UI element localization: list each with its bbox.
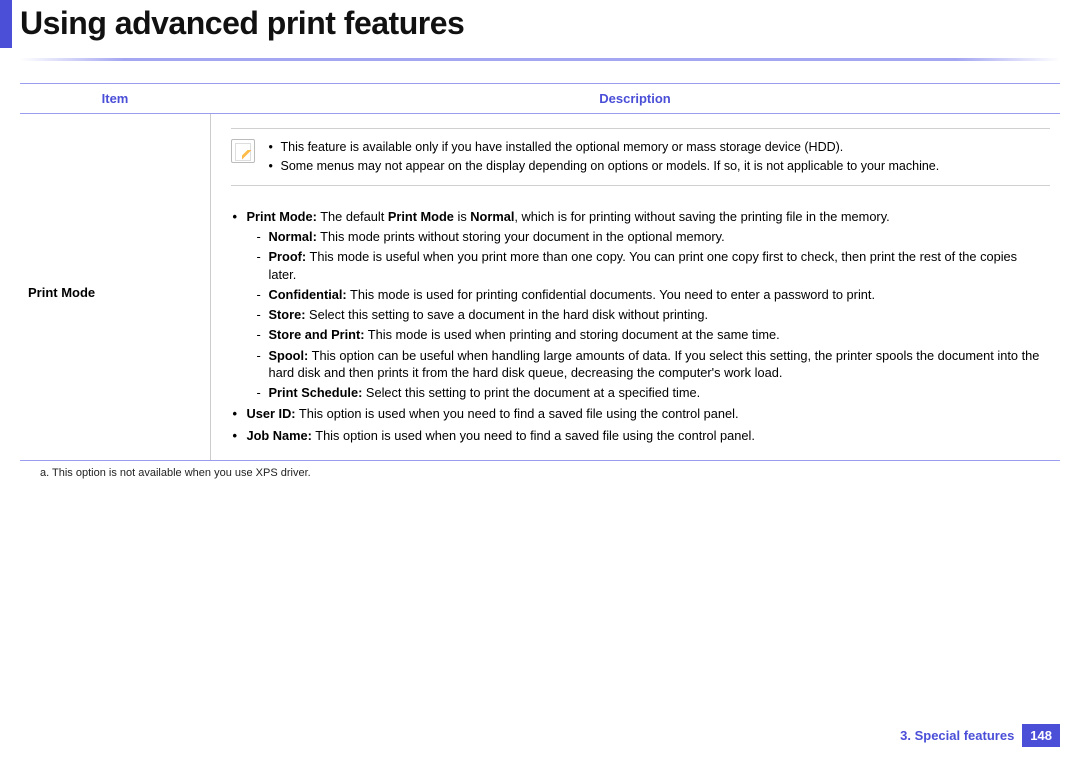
list-item-print-mode: Print Mode: The default Print Mode is No… [233, 208, 1047, 402]
label: Proof: [269, 249, 307, 264]
content-area: Item Description Print Mode This feature… [20, 83, 1060, 479]
title-bar: Using advanced print features [0, 0, 1080, 48]
sub-item-print-schedule: Print Schedule: Select this setting to p… [257, 384, 1047, 401]
text: , which is for printing without saving t… [514, 209, 889, 224]
text: This mode prints without storing your do… [317, 229, 725, 244]
label: Confidential: [269, 287, 347, 302]
sub-item-spool: Spool: This option can be useful when ha… [257, 347, 1047, 382]
label: Print Schedule: [269, 385, 363, 400]
sub-item-store-and-print: Store and Print: This mode is used when … [257, 326, 1047, 343]
label: Normal: [269, 229, 317, 244]
page-title: Using advanced print features [12, 0, 464, 48]
label: Print Mode [388, 209, 454, 224]
sub-item-store: Store: Select this setting to save a doc… [257, 306, 1047, 323]
list-item-user-id: User ID: This option is used when you ne… [233, 405, 1047, 422]
label: Store: [269, 307, 306, 322]
list-item-job-name: Job Name: This option is used when you n… [233, 427, 1047, 444]
label: Spool: [269, 348, 309, 363]
text: This option can be useful when handling … [269, 348, 1040, 380]
column-header-item: Item [20, 84, 210, 114]
text: This option is used when you need to fin… [312, 428, 755, 443]
note-list: This feature is available only if you ha… [265, 137, 940, 177]
description-list: Print Mode: The default Print Mode is No… [211, 194, 1061, 460]
text: Select this setting to print the documen… [362, 385, 700, 400]
text: This mode is used for printing confident… [347, 287, 875, 302]
text: The default [317, 209, 388, 224]
footnote: a. This option is not available when you… [40, 467, 1060, 479]
title-accent [0, 0, 12, 48]
sub-item-proof: Proof: This mode is useful when you prin… [257, 248, 1047, 283]
table-row: Print Mode This feature is available onl… [20, 114, 1060, 461]
sub-item-normal: Normal: This mode prints without storing… [257, 228, 1047, 245]
label: Store and Print: [269, 327, 365, 342]
divider-gradient [20, 58, 1060, 61]
footer-chapter: 3. Special features [900, 728, 1014, 743]
footer-page-number: 148 [1022, 724, 1060, 747]
description-cell: This feature is available only if you ha… [210, 114, 1060, 461]
note-item: This feature is available only if you ha… [265, 139, 940, 156]
sub-item-confidential: Confidential: This mode is used for prin… [257, 286, 1047, 303]
item-cell-print-mode: Print Mode [20, 114, 210, 461]
text: is [454, 209, 470, 224]
text: This mode is used when printing and stor… [364, 327, 779, 342]
label: Job Name: [247, 428, 312, 443]
page-footer: 3. Special features 148 [900, 724, 1060, 747]
label: User ID: [247, 406, 296, 421]
note-block: This feature is available only if you ha… [231, 128, 1051, 186]
note-icon [231, 139, 255, 163]
label: Print Mode: [247, 209, 317, 224]
column-header-description: Description [210, 84, 1060, 114]
sub-list: Normal: This mode prints without storing… [247, 228, 1047, 401]
note-item: Some menus may not appear on the display… [265, 158, 940, 175]
feature-table: Item Description Print Mode This feature… [20, 83, 1060, 461]
text: Select this setting to save a document i… [305, 307, 708, 322]
text: This option is used when you need to fin… [296, 406, 739, 421]
label: Normal [470, 209, 514, 224]
text: This mode is useful when you print more … [269, 249, 1018, 281]
